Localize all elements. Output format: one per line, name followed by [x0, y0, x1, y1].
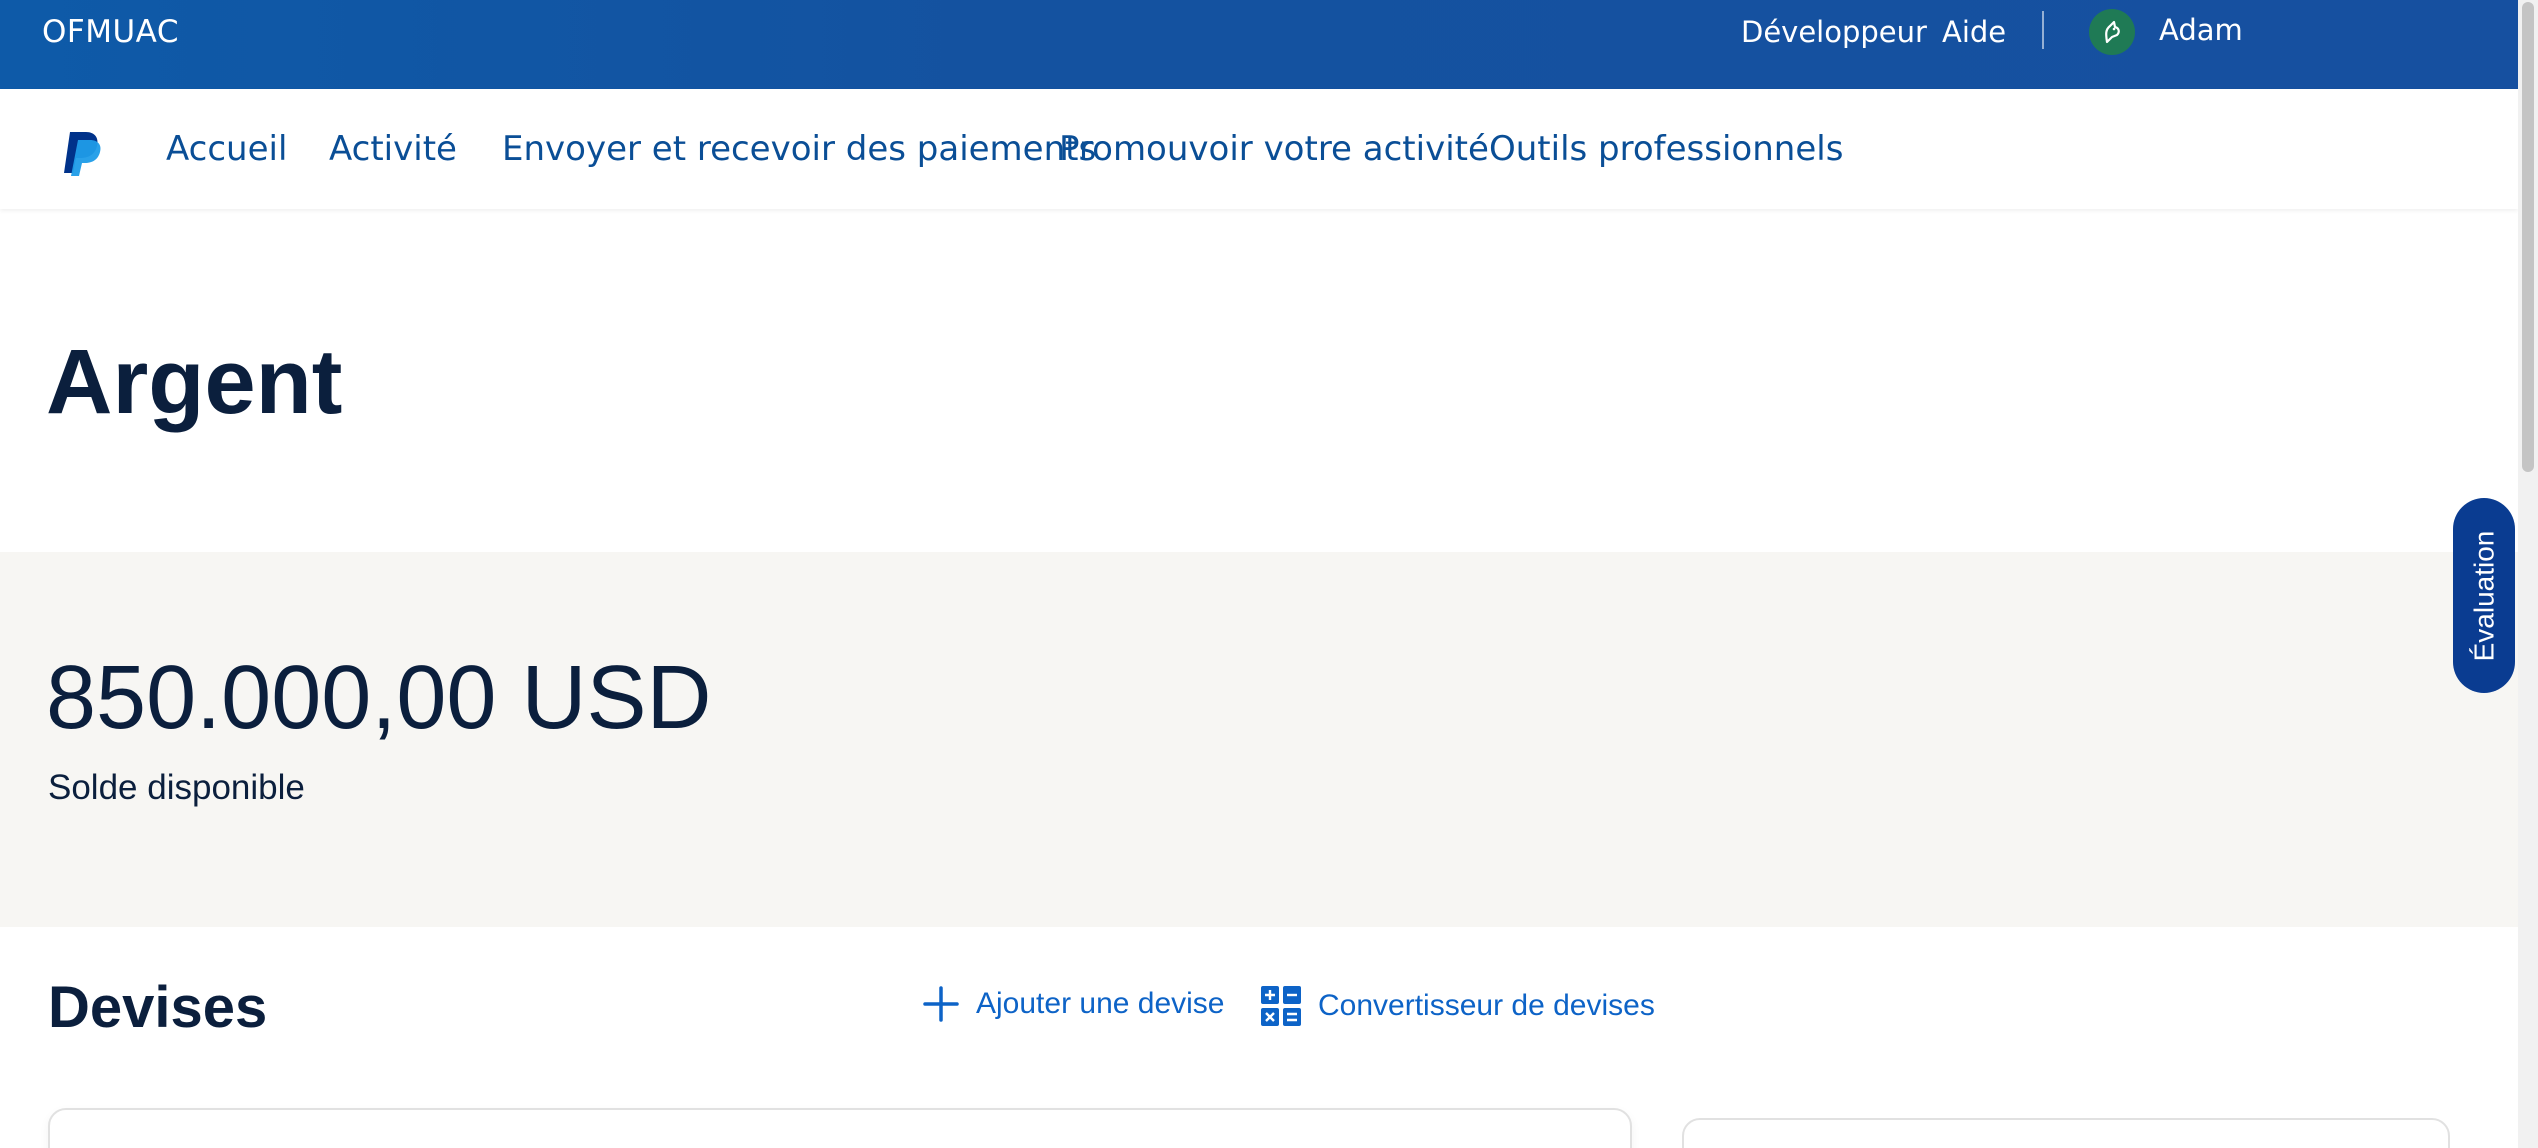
topbar-divider	[2042, 11, 2044, 49]
feedback-label: Évaluation	[2468, 530, 2500, 661]
nav-item-activity[interactable]: Activité	[329, 129, 457, 169]
side-card	[1682, 1118, 2450, 1148]
currency-converter-button[interactable]: Convertisseur de devises	[1261, 986, 1655, 1026]
nav-item-payments[interactable]: Envoyer et recevoir des paiements	[502, 129, 1096, 169]
user-avatar-icon[interactable]	[2089, 9, 2135, 55]
top-bar: OFMUAC Développeur Aide Adam	[0, 0, 2518, 89]
business-name: OFMUAC	[42, 14, 179, 50]
balance-section: 850.000,00 USD Solde disponible	[0, 552, 2518, 927]
currencies-title: Devises	[48, 975, 268, 1040]
calculator-icon	[1261, 986, 1301, 1026]
currency-card	[48, 1108, 1632, 1148]
feedback-tab[interactable]: Évaluation	[2453, 498, 2515, 693]
nav-item-promote[interactable]: Promouvoir votre activité	[1059, 129, 1489, 169]
add-currency-button[interactable]: Ajouter une devise	[923, 986, 1225, 1022]
nav-item-business-tools[interactable]: Outils professionnels	[1489, 129, 1843, 169]
help-link[interactable]: Aide	[1942, 15, 2006, 49]
balance-amount: 850.000,00 USD	[46, 648, 712, 748]
scrollbar-thumb[interactable]	[2522, 2, 2534, 472]
balance-label: Solde disponible	[48, 768, 305, 807]
nav-item-home[interactable]: Accueil	[166, 129, 287, 169]
currency-converter-label: Convertisseur de devises	[1318, 989, 1655, 1022]
developer-link[interactable]: Développeur	[1741, 15, 1927, 49]
plus-icon	[923, 986, 959, 1022]
main-nav: Accueil Activité Envoyer et recevoir des…	[0, 89, 2518, 209]
add-currency-label: Ajouter une devise	[976, 987, 1225, 1020]
page-title: Argent	[46, 331, 343, 433]
user-menu[interactable]: Adam	[2159, 13, 2243, 47]
page-scrollbar[interactable]	[2518, 0, 2538, 1148]
paypal-logo-icon[interactable]	[62, 129, 104, 177]
